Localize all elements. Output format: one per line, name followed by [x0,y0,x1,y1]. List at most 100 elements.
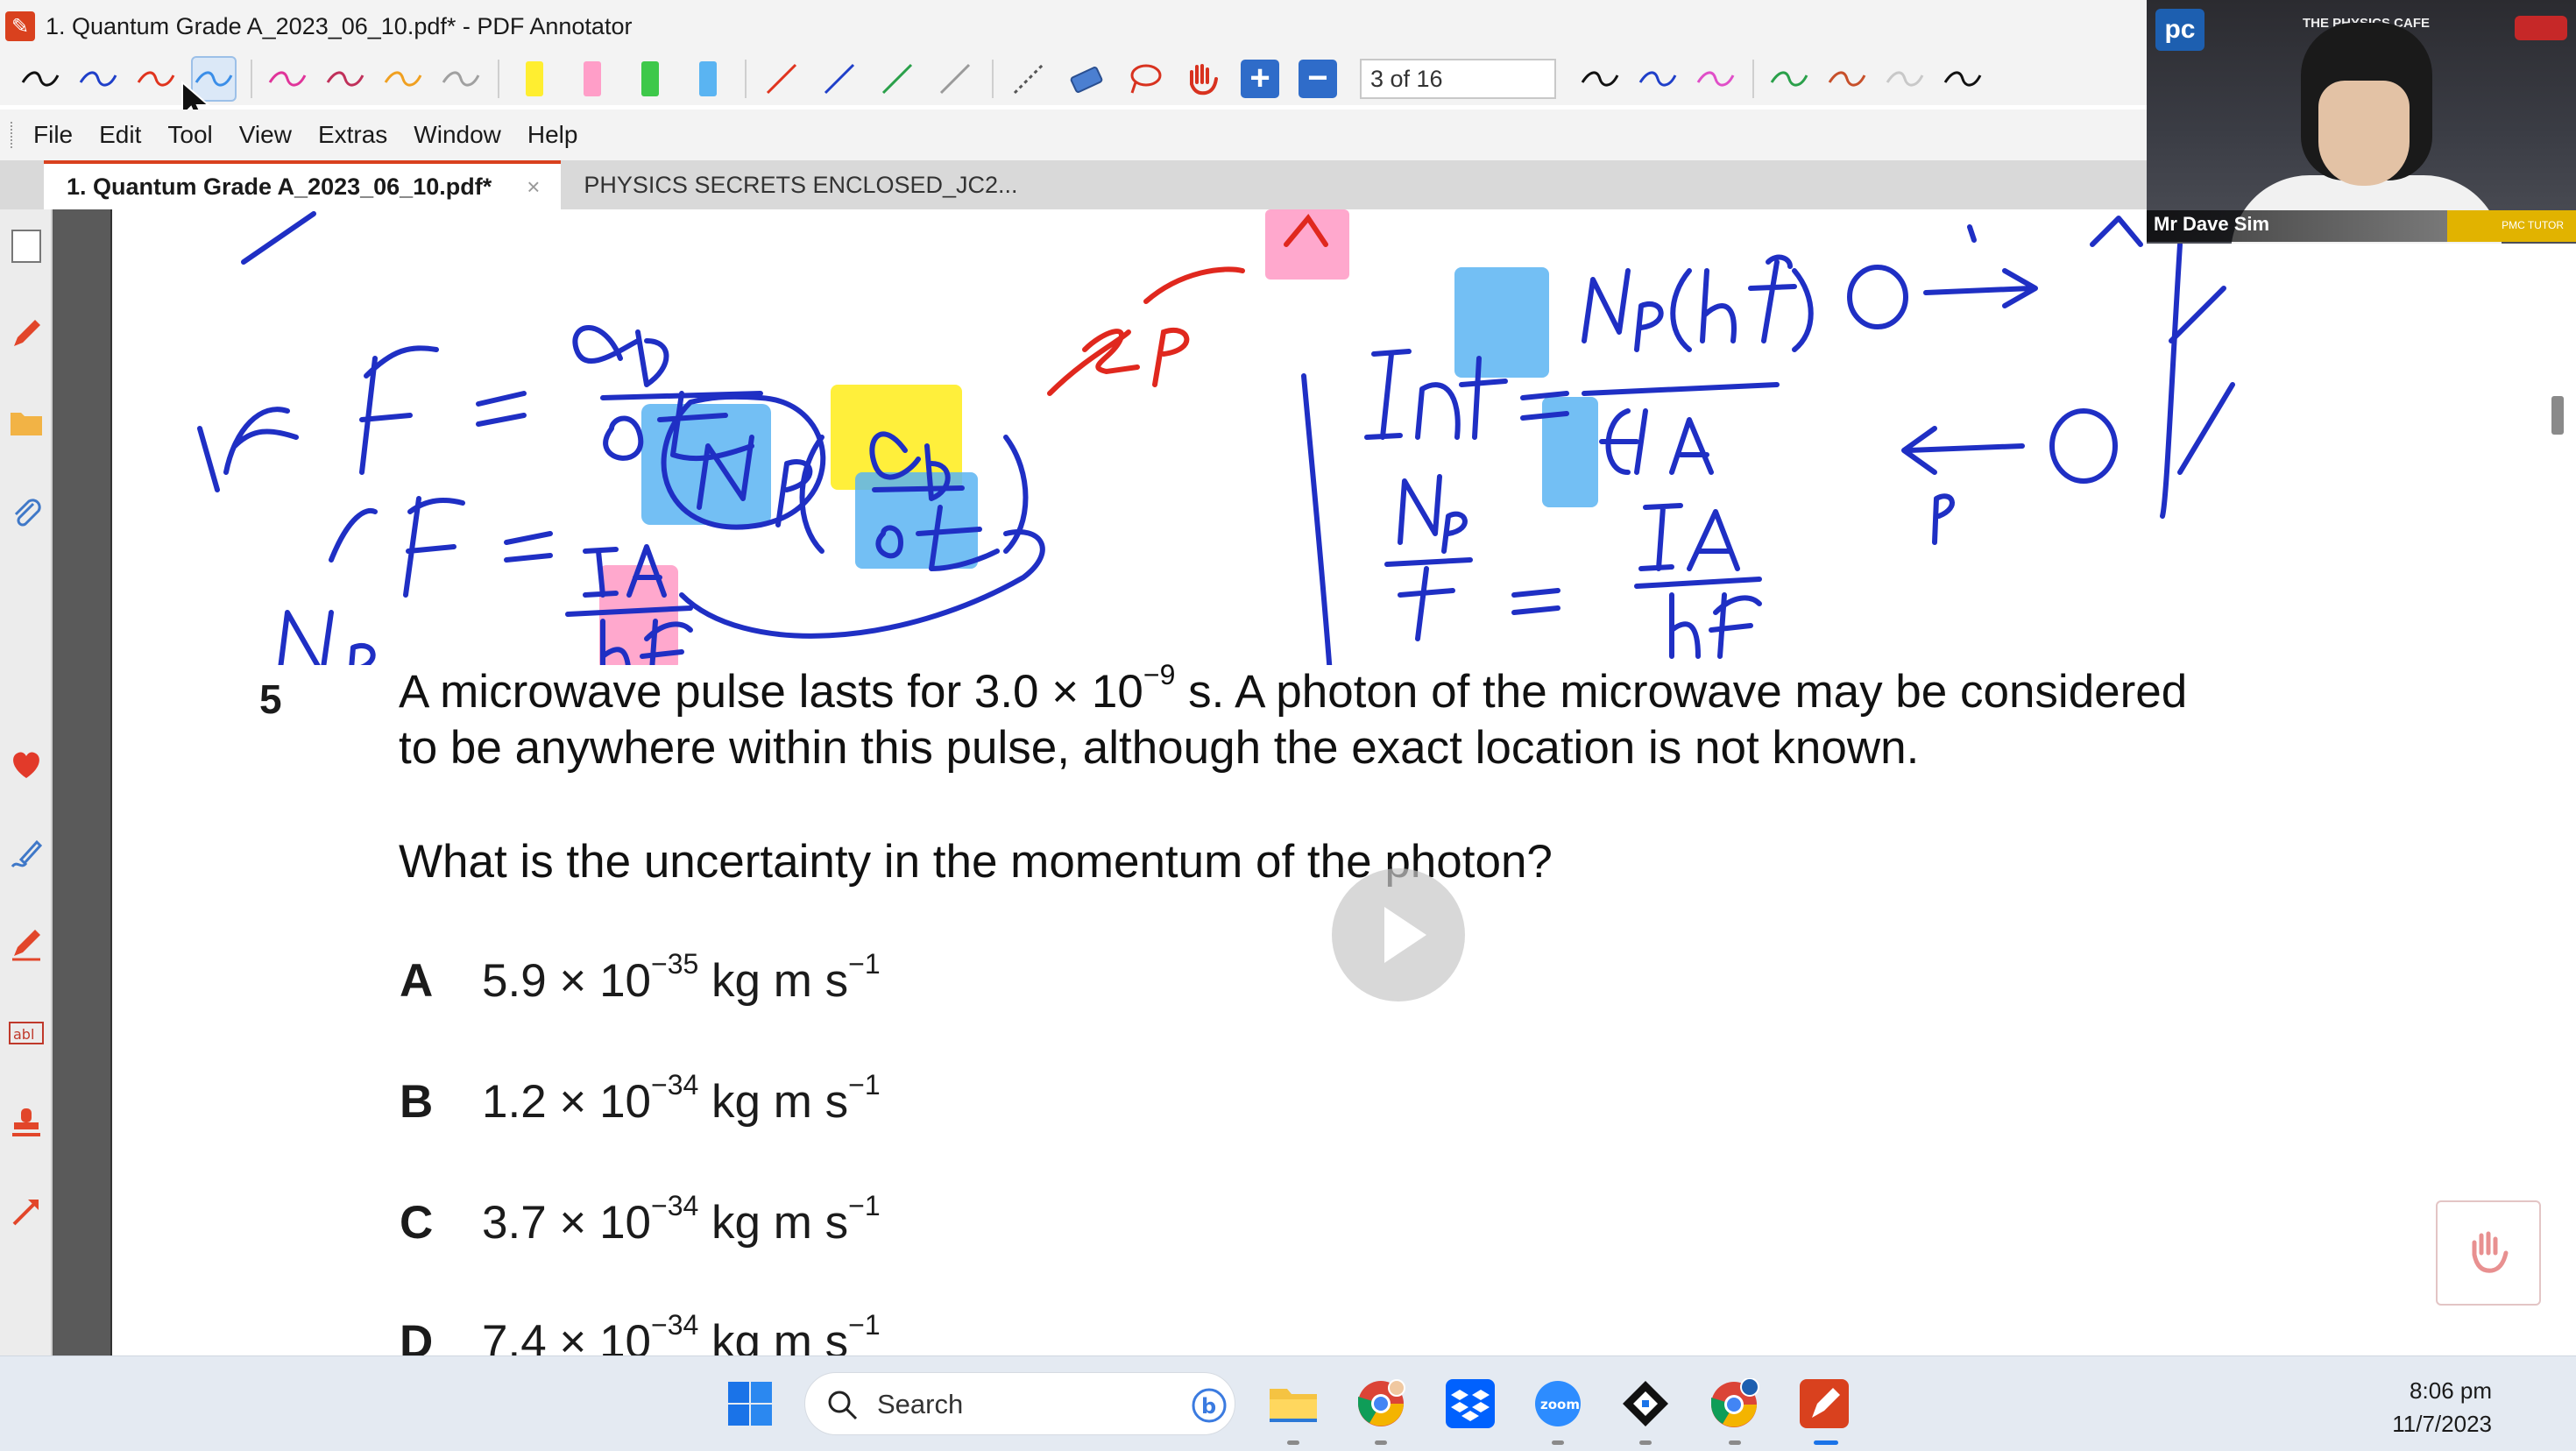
pdf-annotator-taskbar-icon[interactable] [1798,1377,1851,1430]
waving-hand-icon [2472,1231,2509,1273]
chrome-profile-icon[interactable] [1709,1377,1761,1430]
menu-window[interactable]: Window [414,121,501,149]
pink-highlighter-tool[interactable] [570,56,615,102]
menu-grip [11,122,14,148]
zoom-out-button[interactable]: − [1295,56,1341,102]
clock-date[interactable]: 11/7/2023 [2392,1411,2492,1438]
annotation-toolbar: + − [0,53,2147,105]
blue-pen-2-tool[interactable] [1635,56,1681,102]
tab-close-icon[interactable]: × [527,173,540,201]
zoom-in-button[interactable]: + [1237,56,1283,102]
tab-physics-secrets[interactable]: PHYSICS SECRETS ENCLOSED_JC2... [561,160,1038,209]
vertical-scrollbar[interactable] [2508,209,2546,1355]
menu-view[interactable]: View [239,121,292,149]
highlighter-icon [699,61,717,96]
pdf-annotator-icon[interactable]: ✎ [5,11,35,41]
eraser-icon [1070,67,1103,93]
menu-help[interactable]: Help [527,121,578,149]
toolbar-separator [992,60,994,98]
stamp-icon[interactable] [5,1101,47,1143]
black-pen-3-tool[interactable] [1940,56,1985,102]
line-icon [766,63,797,95]
pen-stroke-icon [1638,71,1677,87]
lasso-tool[interactable] [1122,56,1167,102]
eraser-tool[interactable] [1064,56,1109,102]
tab-label: 1. Quantum Grade A_2023_06_10.pdf* [67,173,492,200]
page-number-field[interactable] [1360,59,1556,99]
toolbar-separator [1752,60,1754,98]
option-b-text: 1.2 × 10−34 kg m s−1 [482,1069,881,1128]
hand-tool[interactable] [1179,56,1225,102]
question-number: 5 [259,676,282,722]
menu-bar: File Edit Tool View Extras Window Help [0,110,2147,160]
red-pen-tool[interactable] [133,56,179,102]
folder-icon[interactable] [5,402,47,444]
arrow-tool-icon[interactable] [5,1191,47,1233]
marker-icon[interactable] [5,923,47,965]
pdf-page[interactable]: 5 A microwave pulse lasts for 3.0 × 10−9… [110,209,2508,1355]
tab-quantum-grade-a[interactable]: 1. Quantum Grade A_2023_06_10.pdf* × [44,160,562,209]
blue-line-tool[interactable] [817,56,862,102]
taskbar-search[interactable]: Search b [804,1372,1235,1435]
option-a-text: 5.9 × 10−35 kg m s−1 [482,948,881,1007]
svg-text:b: b [1201,1394,1216,1419]
lasso-icon [1130,64,1162,94]
clock-time[interactable]: 8:06 pm [2410,1377,2492,1405]
magenta-pen-tool[interactable] [265,56,310,102]
start-icon[interactable] [724,1377,776,1430]
file-explorer-icon[interactable] [1267,1377,1320,1430]
webcam-badge [2515,16,2567,40]
crimson-pen-tool[interactable] [322,56,368,102]
document-tab-bar: 1. Quantum Grade A_2023_06_10.pdf* × PHY… [0,160,2147,209]
black-pen-2-tool[interactable] [1577,56,1623,102]
page-thumbnail-icon[interactable] [5,225,47,267]
brown-pen-2-tool[interactable] [1824,56,1870,102]
black-pen-tool[interactable] [18,56,63,102]
svg-text:zoom: zoom [1540,1397,1580,1412]
orange-pen-tool[interactable] [380,56,426,102]
option-d-letter: D [400,1316,434,1355]
pencil-icon[interactable] [5,313,47,355]
text-box-icon[interactable]: abl [5,1012,47,1054]
green-highlighter-tool[interactable] [627,56,673,102]
pen-stroke-icon [1943,71,1982,87]
pen-stroke-icon [21,71,60,87]
running-indicator [1375,1440,1387,1445]
window-title: 1. Quantum Grade A_2023_06_10.pdf* - PDF… [46,12,633,39]
raise-hand-button[interactable] [2436,1200,2541,1306]
signature-pen-icon[interactable] [5,833,47,875]
light-grey-pen-2-tool[interactable] [1882,56,1928,102]
tab-label: PHYSICS SECRETS ENCLOSED_JC2... [584,171,1018,198]
grey-pen-tool[interactable] [438,56,484,102]
presenter-name: Mr Dave Sim [2154,213,2270,235]
app-diamond-icon[interactable] [1619,1377,1672,1430]
toolbar-separator [498,60,499,98]
scrollbar-thumb[interactable] [2551,396,2564,435]
line-icon [939,63,971,95]
dashed-line-tool[interactable] [1006,56,1051,102]
menu-tool[interactable]: Tool [167,121,212,149]
pen-stroke-icon [326,71,364,87]
dropbox-icon[interactable] [1444,1377,1497,1430]
bing-icon[interactable]: b [1191,1387,1228,1424]
favorites-heart-icon[interactable] [5,744,47,786]
grey-line-tool[interactable] [932,56,978,102]
pink-pen-2-tool[interactable] [1693,56,1738,102]
hand-icon [1190,64,1218,96]
menu-edit[interactable]: Edit [99,121,141,149]
video-play-icon[interactable] [1332,868,1465,1002]
blue-pen-tool[interactable] [75,56,121,102]
red-line-tool[interactable] [759,56,804,102]
menu-file[interactable]: File [33,121,73,149]
green-pen-2-tool[interactable] [1766,56,1812,102]
option-d-text: 7.4 × 10−34 kg m s−1 [482,1309,881,1355]
green-line-tool[interactable] [874,56,920,102]
menu-extras[interactable]: Extras [318,121,387,149]
zoom-icon[interactable]: zoom [1532,1377,1584,1430]
presenter-face [2318,81,2410,186]
yellow-highlighter-tool[interactable] [512,56,557,102]
blue-highlighter-tool[interactable] [685,56,731,102]
chrome-icon[interactable] [1355,1377,1407,1430]
paperclip-icon[interactable] [5,492,47,534]
running-indicator [1729,1440,1741,1445]
